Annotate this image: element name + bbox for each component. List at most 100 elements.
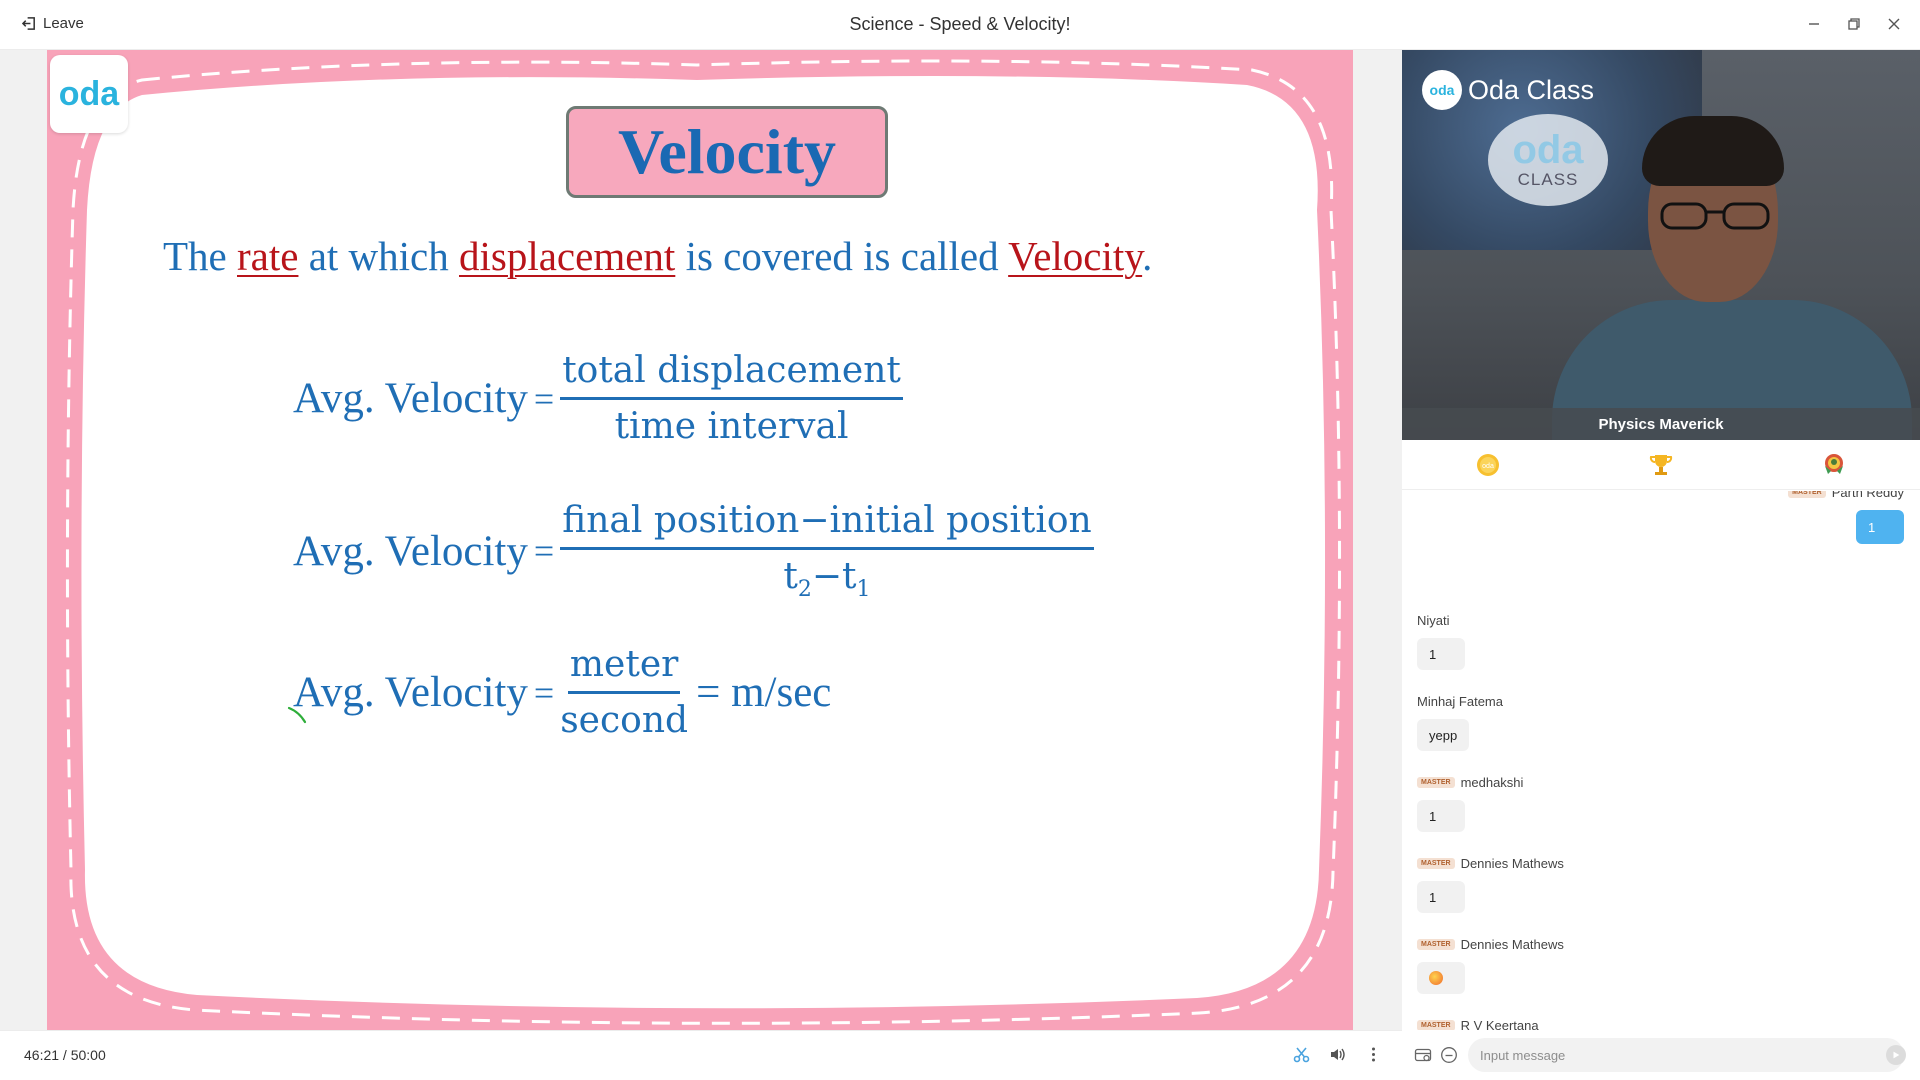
scissors-icon — [1293, 1046, 1309, 1062]
formula-3-equals: = — [533, 672, 555, 713]
message-bubble: 1 — [1417, 881, 1465, 913]
formula-2-sub-2: 2 — [797, 577, 812, 603]
definition-text-4: . — [1142, 233, 1153, 279]
more-vertical-icon — [1371, 1047, 1375, 1061]
close-button[interactable] — [1886, 16, 1902, 32]
oda-coin-icon: oda — [1477, 453, 1500, 476]
formula-3-result: = m/sec — [696, 669, 832, 716]
message-bubble: yepp — [1417, 719, 1470, 751]
volume-button[interactable] — [1328, 1045, 1346, 1063]
chat-messages[interactable]: MASTER Parth Reddy 1 Niyati 1 Minhaj Fat… — [1402, 491, 1920, 1031]
definition-text-1: The — [163, 233, 237, 279]
chat-message: MASTER Dennies Mathews 1 — [1417, 854, 1564, 913]
minimize-icon — [1809, 23, 1819, 25]
lesson-slide: oda Velocity The rate at which displacem… — [47, 50, 1353, 1030]
restore-button[interactable] — [1846, 16, 1862, 32]
chat-sender: Niyati — [1417, 611, 1465, 629]
emoji-icon[interactable] — [1440, 1046, 1458, 1064]
message-bubble — [1417, 962, 1465, 994]
chat-message: Niyati 1 — [1417, 611, 1465, 670]
master-badge: MASTER — [1417, 857, 1455, 869]
sender-name: medhakshi — [1460, 774, 1524, 790]
presenter-hair — [1642, 116, 1784, 186]
definition-text-3: is covered is called — [675, 233, 1009, 279]
chat-sender: MASTER Dennies Mathews — [1417, 935, 1564, 953]
gift-card-icon[interactable] — [1414, 1046, 1432, 1064]
chat-message: MASTER R V Keertana 1 — [1417, 1016, 1539, 1031]
backdrop-logo-badge: oda CLASS — [1488, 114, 1608, 206]
title-bar: Leave Science - Speed & Velocity! — [0, 0, 1920, 50]
formula-2-minus: − — [811, 556, 843, 597]
tab-coins[interactable]: oda — [1468, 445, 1508, 485]
presenter-video: oda Oda Class oda CLASS Physics Maverick — [1402, 50, 1920, 440]
master-badge: MASTER — [1417, 1019, 1455, 1031]
tab-achievements[interactable] — [1814, 445, 1854, 485]
definition-text-2: at which — [298, 233, 459, 279]
formula-2-denominator: t2−t1 — [783, 550, 870, 602]
chat-input-bar — [1402, 1030, 1920, 1080]
formula-1-equals: = — [533, 378, 555, 419]
chat-message: Minhaj Fatema yepp — [1417, 692, 1503, 751]
badge-class-text: CLASS — [1517, 170, 1579, 189]
formula-3-numerator: meter — [567, 644, 681, 694]
formula-2-numerator: final position−initial position — [560, 500, 1094, 550]
total-time: / 50:00 — [59, 1047, 106, 1063]
playback-time: 46:21 / 50:00 — [24, 1047, 106, 1063]
sender-name: Dennies Mathews — [1460, 855, 1564, 871]
send-button[interactable] — [1886, 1045, 1906, 1065]
sender-name: Niyati — [1417, 612, 1450, 628]
minimize-button[interactable] — [1806, 16, 1822, 32]
chat-message-input[interactable] — [1468, 1038, 1904, 1072]
formula-2-fraction: final position−initial position t2−t1 — [560, 500, 1094, 602]
chat-sender: Minhaj Fatema — [1417, 692, 1503, 710]
elapsed-time: 46:21 — [24, 1047, 60, 1063]
chat-sender: MASTER R V Keertana — [1417, 1016, 1539, 1031]
reward-tabs: oda — [1402, 440, 1920, 490]
sender-name: Minhaj Fatema — [1417, 693, 1503, 709]
window-controls — [1806, 16, 1902, 32]
formula-1-fraction: total displacement time interval — [560, 350, 903, 447]
definition-keyword-displacement: displacement — [459, 233, 676, 279]
slide-title: Velocity — [617, 116, 837, 187]
oda-brand-icon: oda — [1422, 70, 1462, 110]
formula-2-t1: t — [842, 556, 857, 597]
restore-icon — [1848, 18, 1860, 30]
right-panel: oda Oda Class oda CLASS Physics Maverick… — [1402, 50, 1920, 1080]
oda-logo: oda — [50, 55, 128, 133]
award-icon — [1824, 453, 1843, 474]
formula-1-numerator: total displacement — [560, 350, 903, 400]
my-message-bubble: 1 — [1856, 510, 1904, 544]
message-bubble: 1 — [1417, 800, 1465, 832]
presenter-glasses — [1660, 202, 1770, 230]
svg-text:oda: oda — [1482, 463, 1494, 470]
playback-tools — [1292, 1045, 1382, 1063]
formula-3-denominator: second — [560, 700, 689, 741]
partial-sender-name: Parth Reddy — [1831, 491, 1904, 500]
master-badge: MASTER — [1417, 938, 1455, 950]
velocity-definition: The rate at which displacement is covere… — [163, 232, 1152, 280]
master-badge: MASTER — [1788, 491, 1826, 498]
slide-title-box: Velocity — [566, 106, 888, 198]
sender-name: R V Keertana — [1460, 1017, 1539, 1032]
more-options-button[interactable] — [1364, 1045, 1382, 1063]
tab-leaderboard[interactable] — [1641, 445, 1681, 485]
formula-1-denominator: time interval — [614, 406, 849, 447]
emoji-sticker-icon — [1429, 971, 1443, 985]
formula-1-lhs: Avg. Velocity — [293, 375, 528, 422]
screenshot-button[interactable] — [1292, 1045, 1310, 1063]
pen-annotation — [287, 706, 307, 724]
video-brand-label: Oda Class — [1468, 74, 1595, 105]
chat-message: MASTER medhakshi 1 — [1417, 773, 1523, 832]
formula-2-t2: t — [783, 556, 798, 597]
video-brand: oda Oda Class — [1422, 70, 1594, 110]
formula-2-lhs: Avg. Velocity — [293, 527, 528, 575]
playback-bar: 46:21 / 50:00 — [0, 1030, 1402, 1080]
send-icon — [1893, 1051, 1900, 1059]
message-bubble: 1 — [1417, 638, 1465, 670]
formula-2-equals: = — [533, 531, 555, 572]
formula-position-change: Avg. Velocity = final position−initial p… — [293, 500, 1094, 602]
partial-sender: MASTER Parth Reddy — [1788, 491, 1904, 500]
formula-3-lhs: Avg. Velocity — [293, 669, 528, 716]
formula-3-fraction: meter second — [560, 644, 688, 741]
chat-message: MASTER Dennies Mathews — [1417, 935, 1564, 994]
